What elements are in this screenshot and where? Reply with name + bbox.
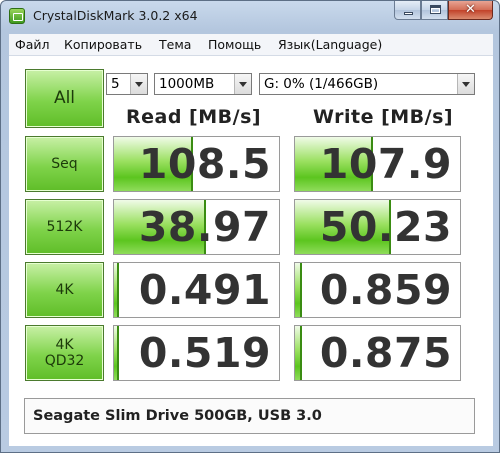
menu-file[interactable]: Файл bbox=[15, 37, 50, 52]
app-icon bbox=[9, 8, 25, 24]
maximize-icon bbox=[430, 5, 441, 14]
menu-copy[interactable]: Копировать bbox=[64, 37, 142, 52]
comment-field[interactable]: Seagate Slim Drive 500GB, USB 3.0 bbox=[24, 398, 475, 434]
chevron-down-icon bbox=[130, 74, 147, 94]
4k-read-bar bbox=[114, 263, 119, 317]
4k-test-button[interactable]: 4K bbox=[25, 262, 104, 318]
app-window: CrystalDiskMark 3.0.2 x64 ✕ Файл Копиров… bbox=[0, 0, 500, 453]
4k-read-cell: 0.491 bbox=[113, 262, 280, 318]
4k-qd32-write-bar bbox=[295, 326, 302, 380]
read-header: Read [MB/s] bbox=[126, 106, 262, 128]
test-label-qd: QD32 bbox=[44, 353, 85, 369]
4k-read-value: 0.491 bbox=[138, 266, 271, 314]
seq-read-cell: 108.5 bbox=[113, 136, 280, 192]
window-controls: ✕ bbox=[394, 1, 493, 21]
drive-value: G: 0% (1/466GB) bbox=[264, 76, 379, 92]
seq-write-cell: 107.9 bbox=[294, 136, 461, 192]
512k-write-cell: 50.23 bbox=[294, 199, 461, 255]
512k-write-value: 50.23 bbox=[319, 203, 452, 251]
close-button[interactable]: ✕ bbox=[448, 1, 493, 20]
maximize-button[interactable] bbox=[421, 1, 448, 20]
seq-read-value: 108.5 bbox=[138, 140, 271, 188]
512k-read-cell: 38.97 bbox=[113, 199, 280, 255]
menu-language[interactable]: Язык(Language) bbox=[278, 37, 382, 52]
all-button-label: All bbox=[53, 87, 76, 108]
chevron-down-icon bbox=[234, 74, 251, 94]
write-header: Write [MB/s] bbox=[313, 106, 454, 128]
count-value: 5 bbox=[111, 76, 120, 92]
test-label: 4K bbox=[55, 281, 74, 298]
menu-theme[interactable]: Тема bbox=[159, 37, 191, 52]
drive-select[interactable]: G: 0% (1/466GB) bbox=[259, 73, 475, 95]
window-title: CrystalDiskMark 3.0.2 x64 bbox=[33, 8, 198, 23]
512k-test-button[interactable]: 512K bbox=[25, 199, 104, 255]
minimize-button[interactable] bbox=[394, 1, 421, 20]
test-label: 4K bbox=[55, 336, 74, 353]
4k-qd32-test-button[interactable]: 4K QD32 bbox=[25, 325, 104, 381]
size-value: 1000MB bbox=[159, 76, 215, 92]
4k-write-bar bbox=[295, 263, 302, 317]
minimize-icon bbox=[404, 12, 413, 15]
all-button[interactable]: All bbox=[25, 69, 104, 128]
512k-read-value: 38.97 bbox=[138, 203, 271, 251]
4k-write-value: 0.859 bbox=[319, 266, 452, 314]
test-label: Seq bbox=[51, 155, 78, 172]
close-icon: ✕ bbox=[465, 2, 476, 17]
title-bar[interactable]: CrystalDiskMark 3.0.2 x64 ✕ bbox=[1, 1, 499, 31]
4k-qd32-read-bar bbox=[114, 326, 119, 380]
main-panel: All 5 1000MB G: 0% (1/466GB) Read [MB/s]… bbox=[9, 56, 493, 446]
4k-write-cell: 0.859 bbox=[294, 262, 461, 318]
menu-help[interactable]: Помощь bbox=[208, 37, 261, 52]
4k-qd32-read-value: 0.519 bbox=[138, 329, 271, 377]
chevron-down-icon bbox=[457, 74, 474, 94]
seq-test-button[interactable]: Seq bbox=[25, 136, 104, 192]
menu-bar: Файл Копировать Тема Помощь Язык(Languag… bbox=[9, 34, 493, 56]
size-select[interactable]: 1000MB bbox=[154, 73, 252, 95]
4k-qd32-write-value: 0.875 bbox=[319, 329, 452, 377]
count-select[interactable]: 5 bbox=[106, 73, 148, 95]
test-label: 512K bbox=[46, 218, 83, 235]
4k-qd32-write-cell: 0.875 bbox=[294, 325, 461, 381]
comment-text: Seagate Slim Drive 500GB, USB 3.0 bbox=[33, 408, 322, 424]
seq-write-value: 107.9 bbox=[319, 140, 452, 188]
4k-qd32-read-cell: 0.519 bbox=[113, 325, 280, 381]
